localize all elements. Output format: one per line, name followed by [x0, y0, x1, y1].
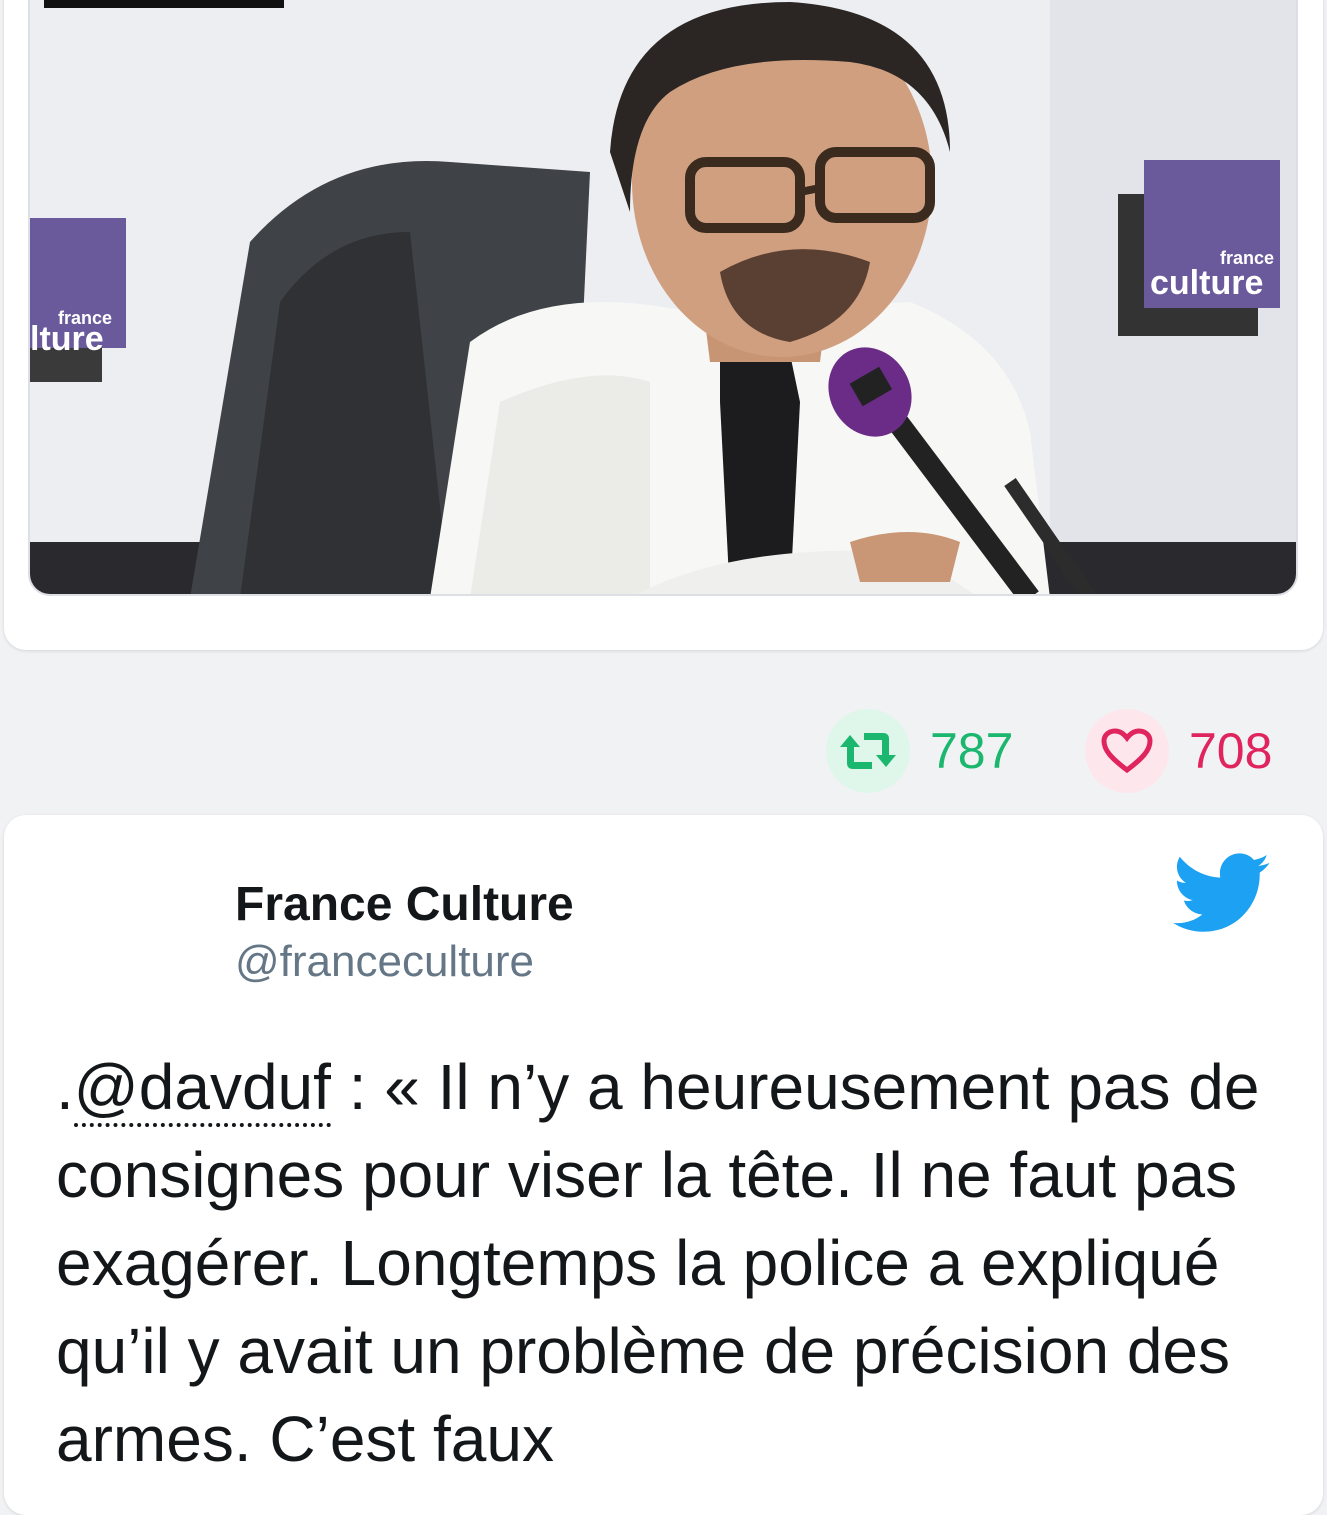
svg-text:lture: lture: [30, 320, 104, 358]
retweet-count: 787: [930, 723, 1014, 779]
svg-text:culture: culture: [1150, 264, 1263, 302]
tweet-stats: 787 708: [0, 708, 1327, 796]
like-stat[interactable]: 708: [1085, 708, 1272, 794]
mention-link[interactable]: @davduf: [73, 1051, 331, 1127]
tweet-card[interactable]: France Culture @franceculture .@davduf :…: [4, 815, 1323, 1515]
author-handle[interactable]: @franceculture: [235, 937, 534, 987]
tweet-media-image[interactable]: france lture france culture: [28, 0, 1298, 596]
retweet-stat[interactable]: 787: [826, 708, 1013, 794]
tweet-text-prefix: .: [56, 1051, 74, 1123]
twitter-bird-icon[interactable]: [1172, 853, 1272, 940]
author-name[interactable]: France Culture: [235, 877, 574, 932]
like-count: 708: [1189, 723, 1273, 779]
tweet-text: .@davduf : « Il n’y a heureusement pas d…: [56, 1043, 1296, 1483]
retweet-icon[interactable]: [826, 709, 910, 793]
heart-icon[interactable]: [1085, 709, 1169, 793]
